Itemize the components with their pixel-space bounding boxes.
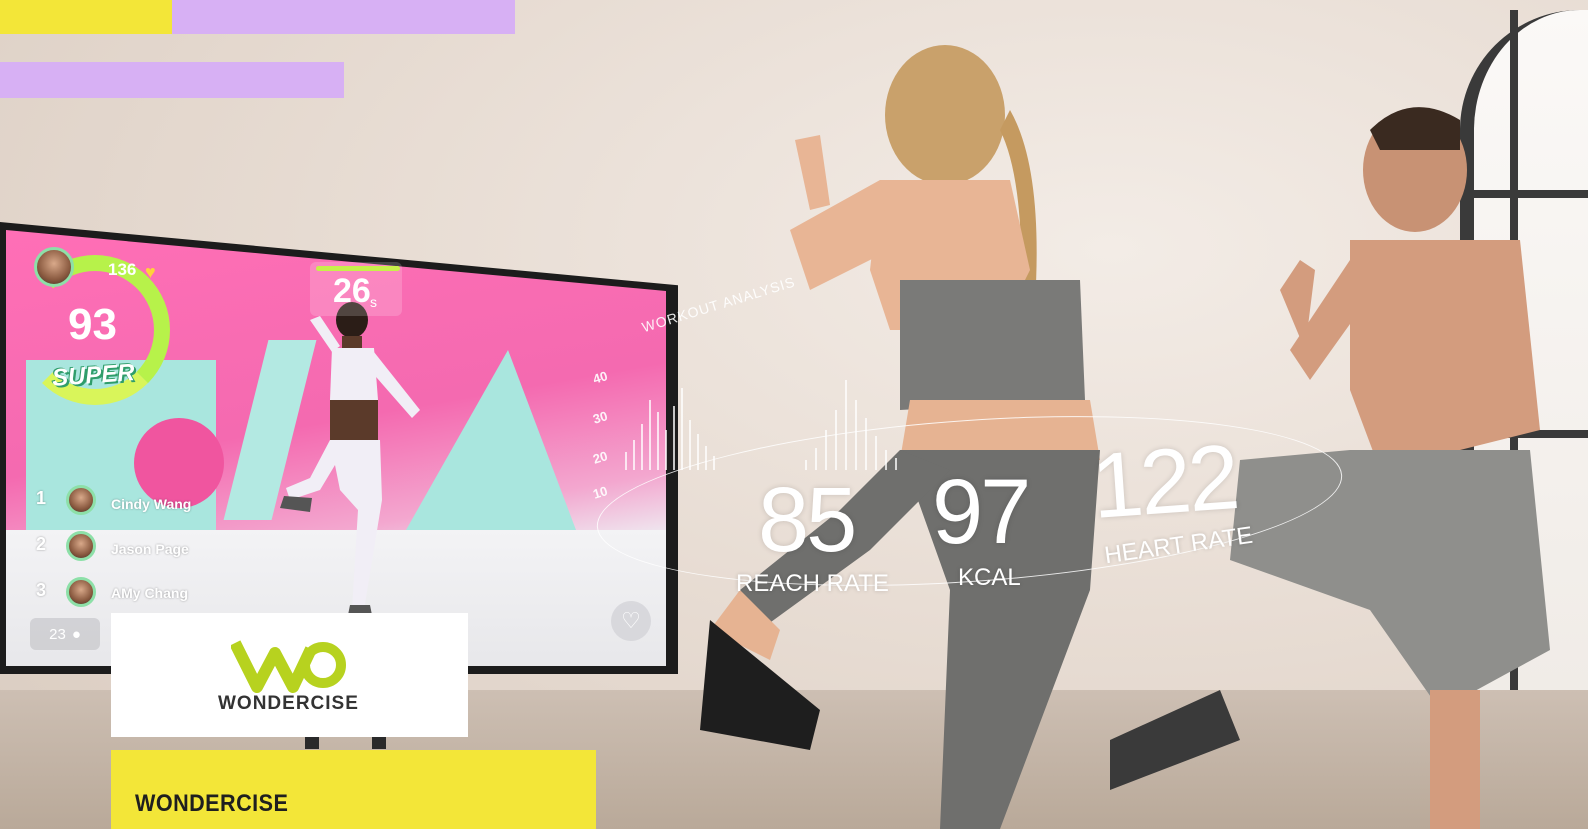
- waveform-bar: [649, 400, 651, 470]
- user-icon: ●: [71, 625, 81, 643]
- participants-count[interactable]: 23 ●: [30, 618, 100, 650]
- kcal-label: KCAL: [958, 564, 1021, 591]
- timer-unit: s: [370, 294, 377, 310]
- waveform-bar: [895, 458, 897, 470]
- waveform-bar: [805, 460, 807, 470]
- trainer-figure: [280, 302, 420, 615]
- caption-title: WONDERCISE: [135, 790, 289, 817]
- leaderboard-rank: 1: [36, 488, 47, 508]
- timer-progress: [316, 266, 400, 271]
- waveform-bar: [713, 456, 715, 470]
- timer-value: 26: [333, 272, 371, 310]
- reach-rate-value: 85: [758, 469, 857, 571]
- waveform-bar: [875, 436, 877, 470]
- waveform-bar: [633, 440, 635, 470]
- waveform-bar: [665, 430, 667, 470]
- leaderboard-name: Cindy Wang: [111, 496, 192, 512]
- reach-rate-label: REACH RATE: [736, 570, 889, 597]
- score-value: 93: [68, 300, 117, 349]
- kcal-value: 97: [932, 461, 1031, 563]
- waveform-bar: [625, 452, 627, 470]
- waveform-bar: [705, 446, 707, 470]
- hearts-count: 136: [108, 260, 137, 279]
- participants-value: 23: [49, 625, 66, 643]
- like-icon: ♡: [621, 608, 641, 633]
- decor-bar-yellow: [0, 0, 172, 34]
- waveform-bar: [681, 388, 683, 470]
- waveform-bar: [641, 424, 643, 470]
- waveform-bar: [885, 450, 887, 470]
- leaderboard-name: AMy Chang: [111, 585, 188, 601]
- decor-bar-lilac-bottom: [0, 62, 344, 98]
- waveform-bar: [697, 434, 699, 470]
- waveform-bar: [673, 406, 675, 470]
- waveform-bar: [845, 380, 847, 470]
- waveform-bar: [865, 418, 867, 470]
- brand-logo-text: WONDERCISE: [218, 693, 359, 714]
- leaderboard-name: Jason Page: [111, 541, 189, 557]
- brand-logo-icon: [231, 640, 346, 693]
- waveform-bar: [835, 410, 837, 470]
- heart-icon: ♥: [145, 262, 156, 282]
- waveform-bar: [657, 412, 659, 470]
- waveform-bar: [815, 448, 817, 470]
- leaderboard-avatar: [66, 485, 96, 515]
- heart-rate-value: 122: [1088, 426, 1240, 538]
- like-button[interactable]: ♡: [611, 601, 651, 641]
- leaderboard-avatar: [66, 531, 96, 561]
- waveform-bar: [825, 430, 827, 470]
- waveform-bar: [855, 400, 857, 470]
- rating-badge: SUPER: [51, 359, 136, 392]
- leaderboard-avatar: [66, 577, 96, 607]
- waveform-bar: [689, 420, 691, 470]
- set-pink-circle: [134, 418, 224, 508]
- leaderboard-rank: 2: [36, 534, 47, 554]
- leaderboard-rank: 3: [36, 580, 47, 600]
- brand-logo-card: [111, 613, 468, 737]
- decor-bar-lilac-top: [172, 0, 515, 34]
- player-avatar[interactable]: [34, 247, 74, 287]
